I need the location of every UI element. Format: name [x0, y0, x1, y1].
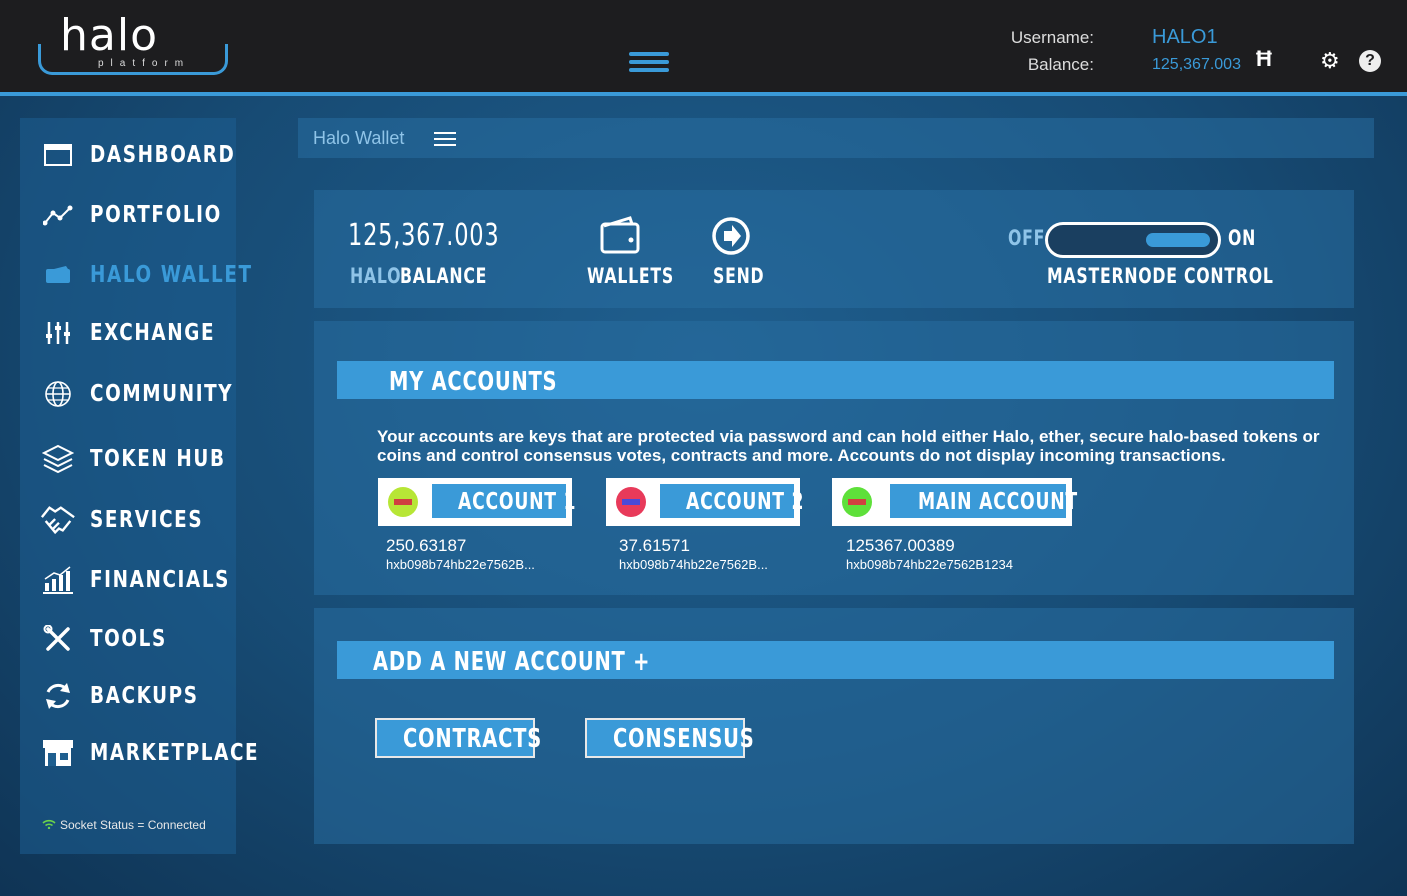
sidebar-item-label: BACKUPS — [90, 683, 199, 709]
handshake-icon — [40, 505, 76, 535]
sidebar-item-services[interactable]: SERVICES — [40, 500, 232, 540]
user-labels: Username: Balance: — [980, 24, 1094, 78]
add-account-header[interactable]: ADD A NEW ACCOUNT + — [337, 641, 1334, 679]
socket-status-text: Socket Status = Connected — [60, 818, 206, 832]
account-amount: 37.61571 — [619, 536, 690, 555]
halo-currency-icon: Ħ — [1256, 46, 1272, 71]
masternode-off-label: OFF — [1008, 226, 1046, 250]
sidebar-item-tools[interactable]: TOOLS — [40, 619, 186, 659]
username-label: Username: — [1010, 28, 1094, 47]
send-label: SEND — [713, 264, 765, 288]
wallet-outline-icon — [600, 216, 640, 254]
account-name-box: MAIN ACCOUNT — [890, 484, 1077, 518]
sidebar-item-label: TOOLS — [90, 626, 167, 652]
masternode-on-label: ON — [1228, 226, 1257, 250]
refresh-icon — [40, 681, 76, 711]
layers-icon — [40, 444, 76, 474]
globe-icon — [40, 379, 76, 409]
user-values: HALO1 125,367.003 — [1152, 24, 1241, 78]
wallet-icon — [40, 260, 76, 290]
wallet-balance-value: 125,367.003 — [348, 218, 500, 253]
masternode-control-label: MASTERNODE CONTROL — [1047, 264, 1274, 288]
account-name: MAIN ACCOUNT — [918, 489, 1078, 515]
logo-subtitle: platform — [98, 58, 191, 69]
contracts-button[interactable]: CONTRACTS — [375, 718, 541, 758]
wallets-label: WALLETS — [587, 264, 675, 288]
account-name: ACCOUNT 2 — [686, 489, 805, 515]
consensus-button[interactable]: CONSENSUS — [585, 718, 754, 758]
send-button[interactable]: SEND — [705, 214, 765, 294]
account-address[interactable]: hxb098b74hb22e7562B1234 — [846, 557, 1013, 572]
toggle-knob — [1146, 233, 1210, 247]
sidebar-item-label: HALO WALLET — [90, 262, 253, 288]
store-icon — [40, 738, 76, 768]
sidebar-item-label: DASHBOARD — [90, 142, 236, 168]
account-card-1[interactable]: ACCOUNT 1 — [378, 478, 576, 526]
masternode-toggle[interactable] — [1045, 222, 1221, 258]
sidebar-item-label: MARKETPLACE — [90, 740, 260, 766]
balance-label: Balance: — [1027, 55, 1094, 74]
sidebar-item-label: SERVICES — [90, 507, 204, 533]
send-arrow-icon — [712, 217, 750, 255]
page-menu-icon[interactable] — [434, 132, 456, 146]
sliders-icon — [40, 318, 76, 348]
account-status-dot — [842, 487, 872, 517]
sidebar-item-label: TOKEN HUB — [90, 446, 226, 472]
account-name-box: ACCOUNT 2 — [660, 484, 804, 518]
wallet-currency: HALO — [350, 264, 402, 288]
sidebar-item-financials[interactable]: FINANCIALS — [40, 560, 265, 600]
wifi-icon — [42, 818, 56, 832]
account-card-main[interactable]: MAIN ACCOUNT — [832, 478, 1077, 526]
sidebar-item-label: PORTFOLIO — [90, 202, 222, 228]
account-address[interactable]: hxb098b74hb22e7562B... — [619, 557, 768, 572]
top-bar: halo platform Username: Balance: HALO1 1… — [0, 0, 1407, 96]
wallets-button[interactable]: WALLETS — [580, 214, 673, 294]
sidebar-item-portfolio[interactable]: PORTFOLIO — [40, 195, 255, 235]
sidebar-item-marketplace[interactable]: MARKETPLACE — [40, 733, 302, 773]
sidebar-item-dashboard[interactable]: DASHBOARD — [40, 135, 272, 175]
sidebar-item-halo-wallet[interactable]: HALO WALLET — [40, 255, 293, 295]
main-menu-icon[interactable] — [629, 52, 669, 74]
balance-value: 125,367.003 — [1152, 56, 1241, 73]
page-title: Halo Wallet — [313, 128, 405, 148]
username-value[interactable]: HALO1 — [1152, 24, 1241, 51]
account-status-dot — [616, 487, 646, 517]
wallet-balance-label: BALANCE — [400, 264, 488, 288]
help-icon[interactable]: ? — [1359, 50, 1381, 72]
socket-status: Socket Status = Connected — [42, 818, 206, 832]
account-name-box: ACCOUNT 1 — [432, 484, 576, 518]
sidebar-item-label: FINANCIALS — [90, 567, 231, 593]
gear-icon[interactable]: ⚙ — [1320, 50, 1342, 72]
account-status-dot — [388, 487, 418, 517]
tools-icon — [40, 624, 76, 654]
account-name: ACCOUNT 1 — [458, 489, 577, 515]
sidebar-item-exchange[interactable]: EXCHANGE — [40, 313, 246, 353]
sidebar-item-label: COMMUNITY — [90, 381, 234, 407]
browser-window-icon — [40, 140, 76, 170]
my-accounts-header: MY ACCOUNTS — [337, 361, 1334, 399]
accounts-description: Your accounts are keys that are protecte… — [377, 427, 1320, 465]
sidebar: DASHBOARD PORTFOLIO HALO WALLET EXCHANGE… — [20, 118, 258, 854]
bar-chart-icon — [40, 565, 76, 595]
contracts-label: CONTRACTS — [403, 724, 543, 754]
account-amount: 125367.00389 — [846, 536, 955, 555]
add-account-title: ADD A NEW ACCOUNT + — [373, 647, 651, 677]
sidebar-item-backups[interactable]: BACKUPS — [40, 676, 226, 716]
account-card-2[interactable]: ACCOUNT 2 — [606, 478, 804, 526]
sidebar-item-token-hub[interactable]: TOKEN HUB — [40, 439, 260, 479]
my-accounts-title: MY ACCOUNTS — [389, 367, 558, 397]
page-title-bar: Halo Wallet — [298, 118, 1374, 158]
halo-logo[interactable]: halo platform — [36, 10, 228, 78]
account-address[interactable]: hxb098b74hb22e7562B... — [386, 557, 535, 572]
line-graph-icon — [40, 200, 76, 230]
account-amount: 250.63187 — [386, 536, 467, 555]
sidebar-item-label: EXCHANGE — [90, 320, 216, 346]
consensus-label: CONSENSUS — [613, 724, 755, 754]
sidebar-item-community[interactable]: COMMUNITY — [40, 374, 269, 414]
logo-word: halo — [60, 10, 158, 61]
